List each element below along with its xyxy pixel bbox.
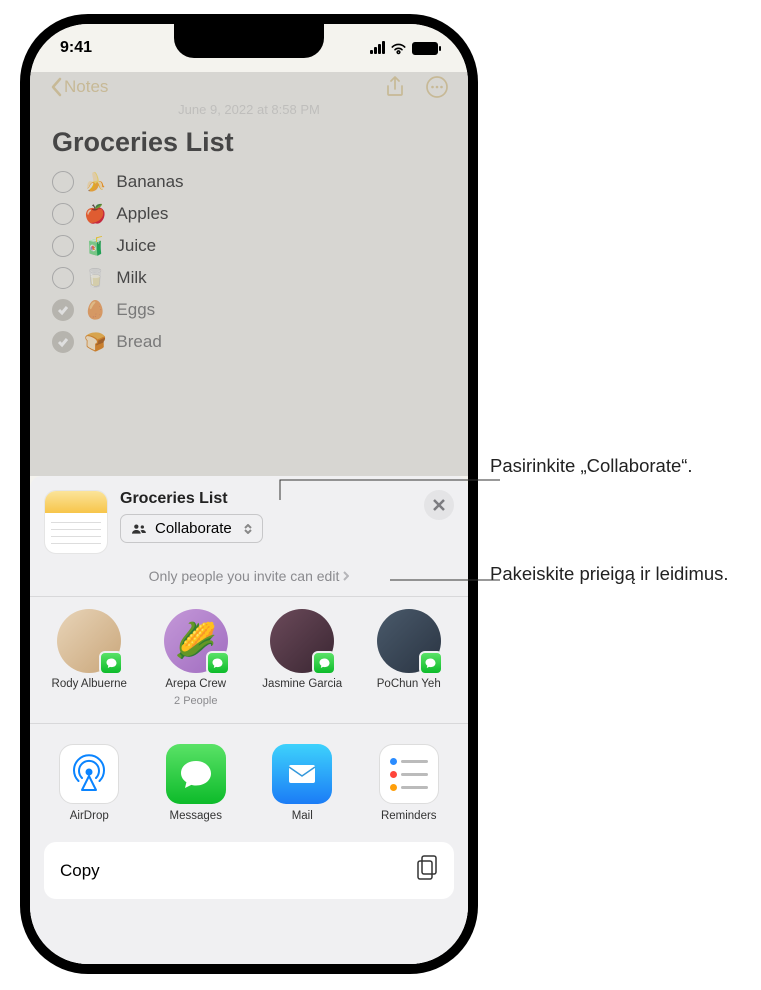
contact-subtitle: 2 People	[174, 695, 217, 707]
reminders-cell[interactable]: Reminders	[356, 744, 463, 822]
contacts-row: Rody Albuerne🌽Arepa Crew2 PeopleJasmine …	[30, 596, 468, 724]
copy-icon	[416, 855, 438, 886]
notch	[174, 24, 324, 58]
mail-cell[interactable]: Mail	[249, 744, 356, 822]
chevron-updown-icon	[244, 524, 252, 534]
airdrop-cell[interactable]: AirDrop	[36, 744, 143, 822]
messages-badge-icon	[99, 651, 123, 675]
people-icon	[131, 522, 147, 536]
contact-cell[interactable]: PoChun Yeh	[356, 609, 463, 707]
messages-badge-icon	[419, 651, 443, 675]
cell-signal-icon	[370, 42, 385, 54]
contact-name: Rody Albuerne	[52, 677, 127, 691]
screen: 9:41 Notes June 9, 2022 at 8:58 PM	[30, 24, 468, 964]
contact-cell[interactable]: Jasmine Garcia	[249, 609, 356, 707]
status-time: 9:41	[60, 39, 92, 57]
battery-icon	[412, 42, 438, 55]
contact-cell[interactable]: 🌽Arepa Crew2 People	[143, 609, 250, 707]
contact-name: Arepa Crew	[165, 677, 226, 691]
messages-icon	[166, 744, 226, 804]
share-sheet: Groceries List Collaborate	[30, 476, 468, 964]
reminders-icon	[379, 744, 439, 804]
copy-action[interactable]: Copy	[44, 842, 454, 899]
callout-collaborate: Pasirinkite „Collaborate“.	[490, 454, 693, 479]
messages-badge-icon	[312, 651, 336, 675]
note-thumbnail	[44, 490, 108, 554]
contact-name: Jasmine Garcia	[262, 677, 342, 691]
close-button[interactable]	[424, 490, 454, 520]
messages-cell[interactable]: Messages	[143, 744, 250, 822]
iphone-frame: 9:41 Notes June 9, 2022 at 8:58 PM	[20, 14, 478, 974]
contact-name: PoChun Yeh	[377, 677, 441, 691]
messages-badge-icon	[206, 651, 230, 675]
callout-permissions: Pakeiskite prieigą ir leidimus.	[490, 562, 729, 587]
permissions-row[interactable]: Only people you invite can edit	[30, 562, 468, 596]
mail-icon	[272, 744, 332, 804]
dim-overlay	[30, 72, 468, 476]
wifi-icon	[390, 42, 407, 55]
chevron-right-icon	[343, 571, 349, 581]
apps-row: AirDrop Messages Mail	[30, 724, 468, 836]
airdrop-icon	[59, 744, 119, 804]
collaborate-selector[interactable]: Collaborate	[120, 514, 263, 543]
contact-cell[interactable]: Rody Albuerne	[36, 609, 143, 707]
share-sheet-title: Groceries List	[120, 490, 412, 508]
notes-app-background: 9:41 Notes June 9, 2022 at 8:58 PM	[30, 24, 468, 964]
